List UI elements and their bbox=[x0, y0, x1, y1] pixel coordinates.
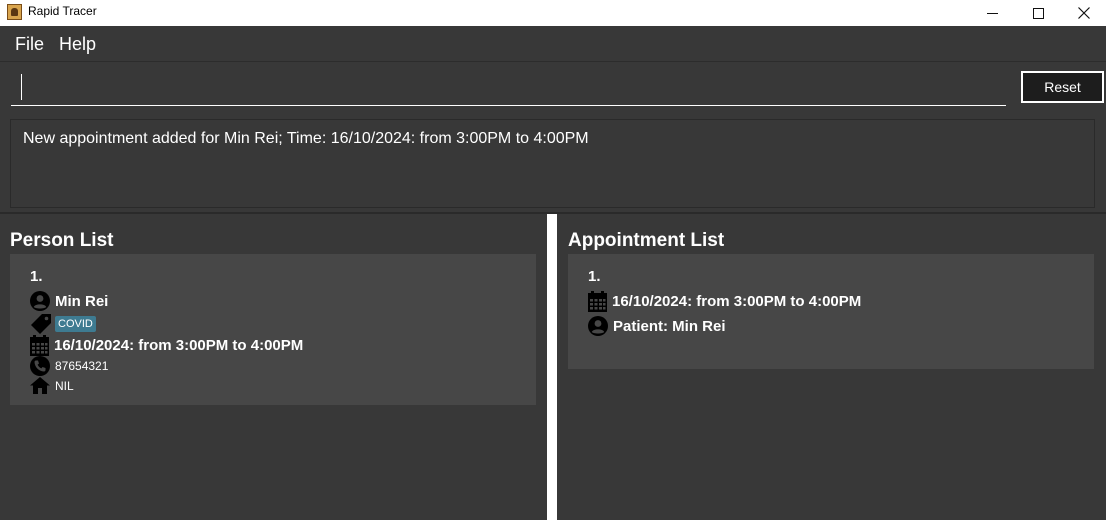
person-appointment: 16/10/2024: from 3:00PM to 4:00PM bbox=[54, 337, 304, 354]
appointment-list-panel: Appointment List 1. 16/10/2024: from 3:0… bbox=[557, 214, 1106, 520]
maximize-button[interactable] bbox=[1015, 0, 1061, 26]
result-message: New appointment added for Min Rei; Time:… bbox=[23, 130, 589, 147]
tag-icon bbox=[31, 314, 51, 334]
appointment-index: 1. bbox=[588, 268, 601, 285]
person-appointment-row: 16/10/2024: from 3:00PM to 4:00PM bbox=[30, 335, 303, 356]
phone-icon bbox=[30, 356, 50, 376]
calendar-icon bbox=[30, 335, 49, 356]
person-list-title: Person List bbox=[10, 230, 114, 251]
person-phone-row: 87654321 bbox=[30, 356, 108, 376]
person-icon bbox=[30, 291, 50, 311]
menu-file[interactable]: File bbox=[15, 34, 44, 55]
reset-button[interactable]: Reset bbox=[1021, 71, 1104, 103]
appointment-list-title: Appointment List bbox=[568, 230, 725, 251]
minimize-button[interactable] bbox=[969, 0, 1015, 26]
home-icon bbox=[30, 377, 50, 394]
menu-help[interactable]: Help bbox=[59, 34, 96, 55]
person-address-row: NIL bbox=[30, 377, 74, 394]
text-caret bbox=[21, 74, 22, 100]
close-button[interactable] bbox=[1061, 0, 1106, 26]
person-tag-row: COVID bbox=[30, 313, 96, 335]
person-name: Min Rei bbox=[55, 292, 109, 310]
person-phone: 87654321 bbox=[55, 359, 109, 373]
window-title: Rapid Tracer bbox=[28, 4, 97, 18]
appointment-card[interactable]: 1. 16/10/2024: from 3:00PM to 4:00PM Pat… bbox=[568, 254, 1094, 369]
person-card[interactable]: 1. Min Rei COVID 16/10/2024: from 3:00PM… bbox=[10, 254, 536, 405]
appointment-time: 16/10/2024: from 3:00PM to 4:00PM bbox=[612, 293, 862, 310]
person-list-panel: Person List 1. Min Rei COVID 16/10/2024:… bbox=[0, 214, 547, 520]
person-name-row: Min Rei bbox=[30, 291, 108, 311]
maximize-icon bbox=[1032, 7, 1044, 19]
tag-badge: COVID bbox=[55, 316, 96, 332]
result-display[interactable]: New appointment added for Min Rei; Time:… bbox=[10, 119, 1095, 208]
appointment-patient: Patient: Min Rei bbox=[613, 317, 726, 335]
command-input[interactable] bbox=[11, 70, 1006, 106]
title-bar: Rapid Tracer bbox=[0, 0, 1106, 26]
person-icon bbox=[588, 316, 608, 336]
command-area: Reset bbox=[0, 62, 1106, 114]
app-icon bbox=[7, 4, 22, 20]
appointment-time-row: 16/10/2024: from 3:00PM to 4:00PM bbox=[588, 291, 861, 312]
person-address: NIL bbox=[55, 378, 74, 393]
close-icon bbox=[1078, 7, 1090, 19]
menu-bar: File Help bbox=[0, 26, 1106, 62]
person-index: 1. bbox=[30, 268, 43, 285]
minimize-icon bbox=[986, 12, 998, 14]
calendar-icon bbox=[588, 291, 607, 312]
panel-split-divider[interactable] bbox=[547, 214, 557, 520]
appointment-patient-row: Patient: Min Rei bbox=[588, 316, 726, 336]
